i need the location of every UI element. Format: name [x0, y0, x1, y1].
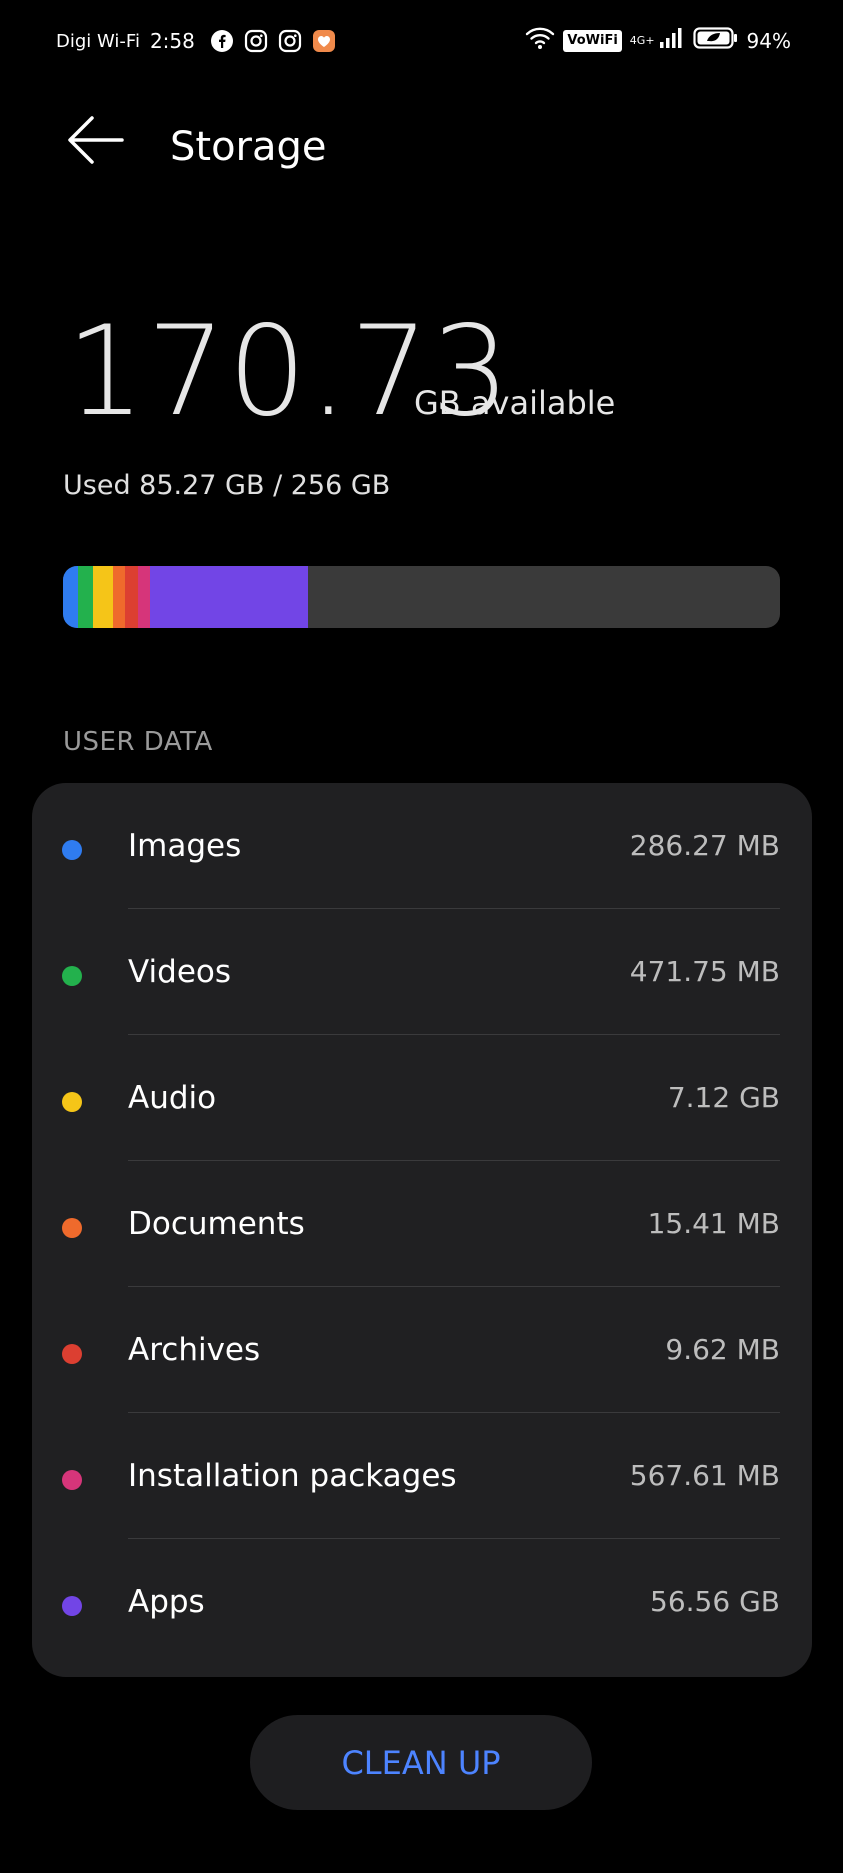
- category-color-dot: [62, 1470, 82, 1490]
- category-size: 567.61 MB: [629, 1459, 780, 1492]
- category-label: Archives: [128, 1332, 261, 1368]
- category-color-dot: [62, 1218, 82, 1238]
- category-row-images[interactable]: Images 286.27 MB: [32, 783, 812, 909]
- category-row-archives[interactable]: Archives 9.62 MB: [32, 1287, 812, 1413]
- category-label: Installation packages: [128, 1458, 457, 1494]
- category-color-dot: [62, 1092, 82, 1112]
- category-label: Audio: [128, 1080, 217, 1116]
- battery-saver-icon: [692, 26, 739, 55]
- category-color-dot: [62, 1344, 82, 1364]
- facebook-icon: [209, 28, 235, 54]
- category-label: Documents: [128, 1206, 305, 1242]
- category-row-documents[interactable]: Documents 15.41 MB: [32, 1161, 812, 1287]
- category-size: 7.12 GB: [667, 1081, 780, 1114]
- user-data-card: Images 286.27 MB Videos 471.75 MB Audio …: [32, 783, 812, 1677]
- category-row-installation-packages[interactable]: Installation packages 567.61 MB: [32, 1413, 812, 1539]
- page-title: Storage: [170, 124, 327, 170]
- vowifi-badge: VoWiFi: [563, 29, 622, 52]
- usage-segment-installation-packages: [137, 566, 150, 628]
- clock: 2:58: [149, 29, 195, 53]
- status-bar-left: Digi Wi-Fi 2:58: [56, 28, 337, 54]
- battery-percentage: 94%: [746, 28, 791, 53]
- category-label: Videos: [128, 954, 232, 990]
- category-row-videos[interactable]: Videos 471.75 MB: [32, 909, 812, 1035]
- available-storage-unit: GB available: [414, 384, 616, 422]
- carrier-label: Digi Wi-Fi: [56, 30, 140, 52]
- category-color-dot: [62, 966, 82, 986]
- network-type: 4G+: [629, 34, 655, 47]
- instagram-icon: [277, 28, 303, 54]
- usage-segment-videos: [78, 566, 94, 628]
- back-button[interactable]: [64, 110, 128, 174]
- usage-segment-documents: [113, 566, 126, 628]
- category-row-audio[interactable]: Audio 7.12 GB: [32, 1035, 812, 1161]
- category-color-dot: [62, 1596, 82, 1616]
- signal-icon: [659, 26, 685, 55]
- back-arrow-icon: [68, 116, 124, 164]
- category-size: 15.41 MB: [647, 1207, 780, 1240]
- category-label: Images: [128, 828, 242, 864]
- section-label-user-data: USER DATA: [63, 727, 213, 757]
- used-storage-text: Used 85.27 GB / 256 GB: [63, 470, 391, 501]
- category-row-apps[interactable]: Apps 56.56 GB: [32, 1539, 812, 1665]
- instagram-icon: [243, 28, 269, 54]
- status-bar: Digi Wi-Fi 2:58 VoWiFi 4G+ 94%: [0, 0, 843, 86]
- status-bar-right: VoWiFi 4G+ 94%: [525, 26, 791, 55]
- usage-segment-images: [63, 566, 79, 628]
- category-size: 286.27 MB: [629, 829, 780, 862]
- heart-app-icon: [311, 28, 337, 54]
- category-size: 9.62 MB: [665, 1333, 780, 1366]
- storage-screen: Digi Wi-Fi 2:58 VoWiFi 4G+ 94% Storage 1…: [0, 0, 843, 1873]
- usage-segment-apps: [149, 566, 309, 628]
- category-label: Apps: [128, 1584, 205, 1620]
- usage-segment-archives: [125, 566, 138, 628]
- storage-usage-bar: [63, 566, 780, 628]
- category-color-dot: [62, 840, 82, 860]
- clean-up-button[interactable]: CLEAN UP: [250, 1715, 592, 1810]
- category-size: 471.75 MB: [629, 955, 780, 988]
- usage-segment-audio: [93, 566, 114, 628]
- wifi-icon: [525, 26, 555, 55]
- category-size: 56.56 GB: [650, 1585, 780, 1618]
